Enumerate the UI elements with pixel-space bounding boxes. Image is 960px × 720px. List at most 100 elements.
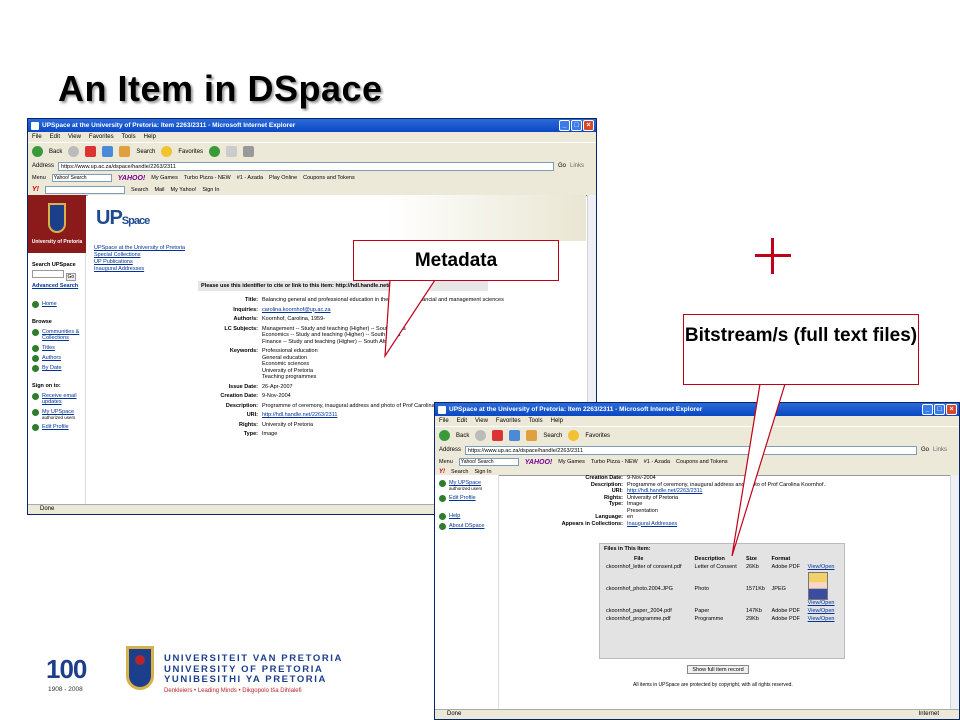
- maximize-button[interactable]: □: [571, 120, 582, 131]
- sidebar-go-button[interactable]: Go: [65, 273, 77, 281]
- close-button[interactable]: ×: [583, 120, 594, 131]
- yahoo-my-yahoo[interactable]: My Yahoo!: [171, 187, 197, 193]
- sidebar-item-edit-profile[interactable]: Edit Profile: [32, 424, 81, 431]
- window-titlebar[interactable]: UPSpace at the University of Pretoria: I…: [28, 119, 596, 132]
- search-button[interactable]: Search: [543, 433, 562, 439]
- stop-icon[interactable]: [492, 430, 504, 441]
- refresh-icon[interactable]: [509, 430, 521, 441]
- view-open-link[interactable]: View/Open: [808, 564, 835, 570]
- metadata-link[interactable]: Inaugural Addresses: [627, 521, 677, 527]
- sidebar-search-input[interactable]: [32, 270, 64, 278]
- favorites-button[interactable]: Favorites: [178, 149, 203, 155]
- home-icon[interactable]: [119, 146, 131, 157]
- yahoo-turbo-pizza[interactable]: Turbo Pizza - NEW: [591, 459, 638, 465]
- back-icon[interactable]: [439, 430, 450, 441]
- forward-icon[interactable]: [475, 430, 487, 441]
- column-header: Format: [771, 556, 791, 562]
- sidebar-item-home[interactable]: Home: [32, 301, 81, 308]
- upspace-sidebar: University of Pretoria Search UPSpace Go…: [28, 195, 86, 504]
- status-zone: Internet: [918, 711, 939, 717]
- table-row: Author/s: Koornhof, Carolina, 1959-: [88, 313, 586, 323]
- yahoo-menu[interactable]: Menu: [439, 459, 453, 465]
- sidebar-item-email-updates[interactable]: Receive email updates: [32, 393, 81, 405]
- yahoo-azada[interactable]: #1 - Azada: [644, 459, 670, 465]
- menu-file[interactable]: File: [32, 134, 42, 140]
- minimize-button[interactable]: _: [922, 404, 933, 415]
- view-open-link[interactable]: View/Open: [808, 600, 835, 606]
- yahoo-search-btn[interactable]: Search: [451, 469, 468, 475]
- menu-tools[interactable]: Tools: [529, 418, 543, 424]
- menu-tools[interactable]: Tools: [122, 134, 136, 140]
- refresh-icon[interactable]: [102, 146, 114, 157]
- menu-file[interactable]: File: [439, 418, 449, 424]
- yahoo-search-input[interactable]: Yahoo! Search: [51, 174, 112, 182]
- yahoo-menu[interactable]: Menu: [32, 175, 46, 181]
- menu-favorites[interactable]: Favorites: [496, 418, 521, 424]
- yahoo-play-online[interactable]: Play Online: [269, 175, 297, 181]
- print-icon[interactable]: [243, 146, 255, 157]
- back-button[interactable]: Back: [456, 433, 469, 439]
- sidebar-item-authors[interactable]: Authors: [32, 355, 81, 362]
- history-icon[interactable]: [209, 146, 221, 157]
- file-desc: Programme: [694, 616, 724, 622]
- menu-edit[interactable]: Edit: [457, 418, 467, 424]
- metadata-link[interactable]: http://hdl.handle.net/2263/2311: [262, 412, 337, 418]
- photo-thumbnail[interactable]: [807, 572, 828, 600]
- menu-favorites[interactable]: Favorites: [89, 134, 114, 140]
- sidebar-item-by-date[interactable]: By Date: [32, 365, 81, 372]
- yahoo-sign-in[interactable]: Sign In: [474, 469, 491, 475]
- links-button[interactable]: Links: [933, 447, 959, 453]
- favorites-icon[interactable]: [568, 430, 580, 441]
- metadata-link[interactable]: carolina.koornhof@up.ac.za: [262, 307, 331, 313]
- yahoo-my-games[interactable]: My Games: [558, 459, 585, 465]
- menu-edit[interactable]: Edit: [50, 134, 60, 140]
- search-button[interactable]: Search: [136, 149, 155, 155]
- file-size: 147Kb: [745, 608, 762, 614]
- go-button[interactable]: Go: [921, 447, 929, 453]
- close-button[interactable]: ×: [946, 404, 957, 415]
- sidebar-item-titles[interactable]: Titles: [32, 345, 81, 352]
- sidebar-item-my-upspace[interactable]: My UPSpace: [32, 409, 81, 416]
- view-open-link[interactable]: View/Open: [808, 616, 835, 622]
- yahoo-turbo-pizza[interactable]: Turbo Pizza - NEW: [184, 175, 231, 181]
- sidebar-item-edit-profile[interactable]: Edit Profile: [439, 495, 494, 502]
- address-input[interactable]: https://www.up.ac.za/dspace/handle/2263/…: [58, 161, 554, 171]
- yahoo-my-games[interactable]: My Games: [151, 175, 178, 181]
- window-titlebar[interactable]: UPSpace at the University of Pretoria: I…: [435, 403, 959, 416]
- sidebar-item-about[interactable]: About DSpace: [439, 523, 494, 530]
- yahoo-azada[interactable]: #1 - Azada: [237, 175, 263, 181]
- menu-view[interactable]: View: [475, 418, 488, 424]
- view-open-link[interactable]: View/Open: [808, 608, 835, 614]
- back-button[interactable]: Back: [49, 149, 62, 155]
- menu-help[interactable]: Help: [144, 134, 156, 140]
- sidebar-item-my-upspace[interactable]: My UPSpace: [439, 480, 494, 487]
- scrollbar[interactable]: [950, 475, 959, 709]
- advanced-search-link[interactable]: Advanced Search: [32, 283, 81, 289]
- home-icon[interactable]: [526, 430, 538, 441]
- show-full-record-button[interactable]: Show full item record: [687, 665, 749, 674]
- yahoo-toolbar-field[interactable]: [45, 185, 125, 194]
- stop-icon[interactable]: [85, 146, 97, 157]
- yahoo-coupons[interactable]: Coupons and Tokens: [676, 459, 728, 465]
- yahoo-coupons[interactable]: Coupons and Tokens: [303, 175, 355, 181]
- yahoo-search-btn[interactable]: Search: [131, 187, 148, 193]
- menu-help[interactable]: Help: [551, 418, 563, 424]
- back-icon[interactable]: [32, 146, 43, 157]
- metadata-table: Creation Date: 9-Nov-2004 Description: Prog…: [501, 475, 949, 527]
- yahoo-mail[interactable]: Mail: [154, 187, 164, 193]
- favorites-icon[interactable]: [161, 146, 173, 157]
- address-input[interactable]: https://www.up.ac.za/dspace/handle/2263/…: [465, 445, 917, 455]
- forward-icon[interactable]: [68, 146, 80, 157]
- sidebar-item-communities[interactable]: Communities & Collections: [32, 329, 81, 341]
- metadata-link[interactable]: http://hdl.handle.net/2263/2311: [627, 488, 702, 494]
- yahoo-search-input[interactable]: Yahoo! Search: [458, 458, 519, 466]
- go-button[interactable]: Go: [558, 163, 566, 169]
- links-button[interactable]: Links: [570, 163, 596, 169]
- minimize-button[interactable]: _: [559, 120, 570, 131]
- mail-icon[interactable]: [226, 146, 238, 157]
- favorites-button[interactable]: Favorites: [585, 433, 610, 439]
- maximize-button[interactable]: □: [934, 404, 945, 415]
- sidebar-item-help[interactable]: Help: [439, 513, 494, 520]
- yahoo-sign-in[interactable]: Sign In: [202, 187, 219, 193]
- menu-view[interactable]: View: [68, 134, 81, 140]
